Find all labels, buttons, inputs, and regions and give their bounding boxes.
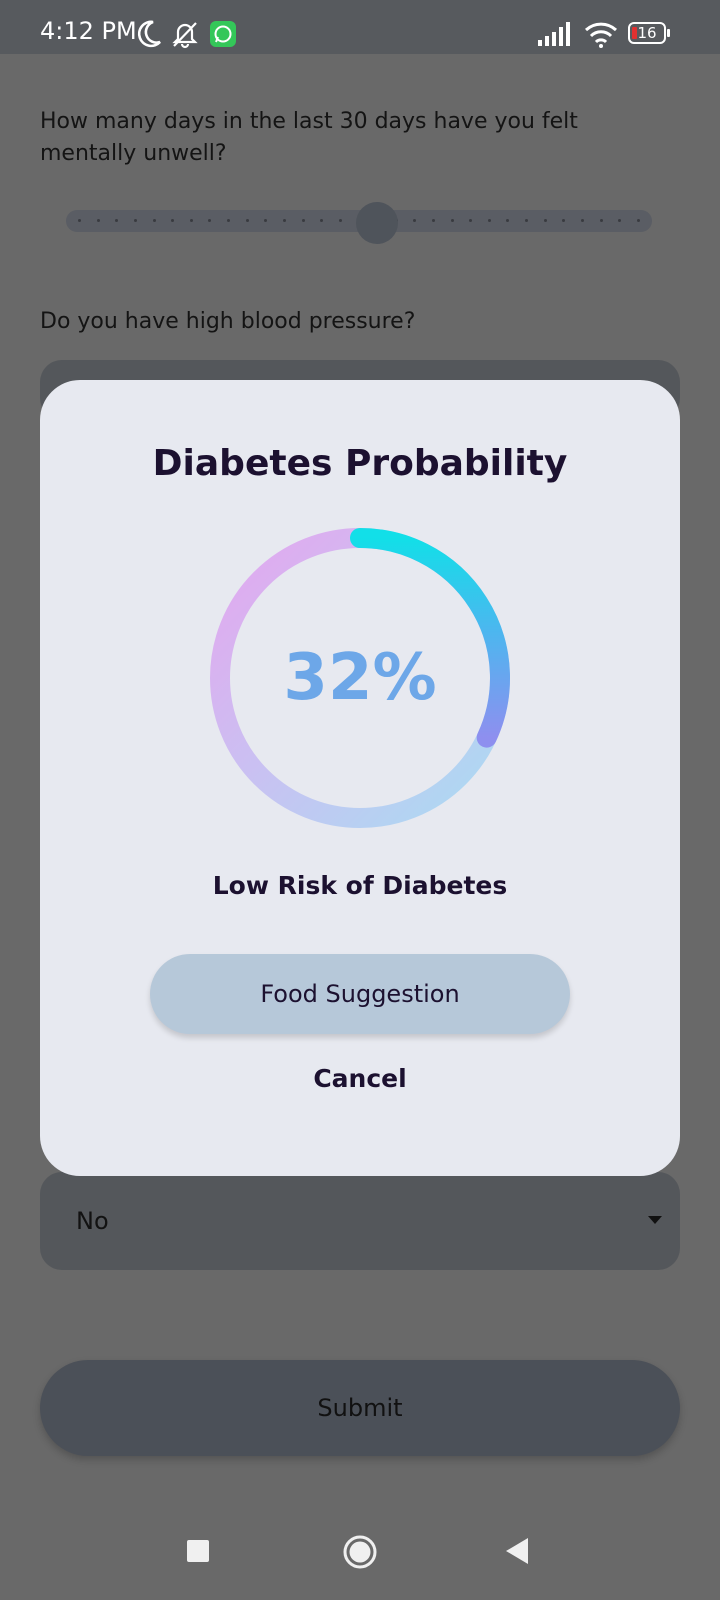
bell-off-icon [172, 22, 198, 49]
home-icon[interactable] [343, 1535, 377, 1569]
recents-icon[interactable] [187, 1540, 209, 1562]
days-slider-thumb[interactable] [356, 202, 398, 244]
chevron-down-icon [648, 1216, 662, 1224]
cancel-button[interactable]: Cancel [260, 1056, 460, 1102]
submit-button[interactable]: Submit [40, 1360, 680, 1456]
whatsapp-icon [210, 21, 236, 47]
question-mental-health: How many days in the last 30 days have y… [40, 109, 578, 166]
dropdown-select[interactable]: No [40, 1172, 680, 1270]
wifi-icon [584, 22, 618, 48]
probability-dialog: Diabetes Probability 32% Low Risk of Dia… [40, 380, 680, 1176]
status-time: 4:12 PM [40, 17, 137, 45]
battery-icon: 16 [628, 22, 670, 44]
back-icon[interactable] [506, 1538, 528, 1564]
moon-icon [137, 20, 161, 48]
navigation-bar [0, 1500, 720, 1600]
dropdown-selected-value: No [76, 1207, 109, 1235]
risk-label: Low Risk of Diabetes [212, 871, 508, 900]
food-suggestion-button[interactable]: Food Suggestion [150, 954, 570, 1034]
probability-value: 32% [283, 641, 437, 715]
battery-level: 16 [637, 24, 657, 42]
dialog-title: Diabetes Probability [152, 443, 568, 484]
question-blood-pressure: Do you have high blood pressure? [40, 309, 416, 334]
signal-icon [538, 22, 570, 46]
status-bar: 4:12 PM 16 [0, 0, 720, 54]
